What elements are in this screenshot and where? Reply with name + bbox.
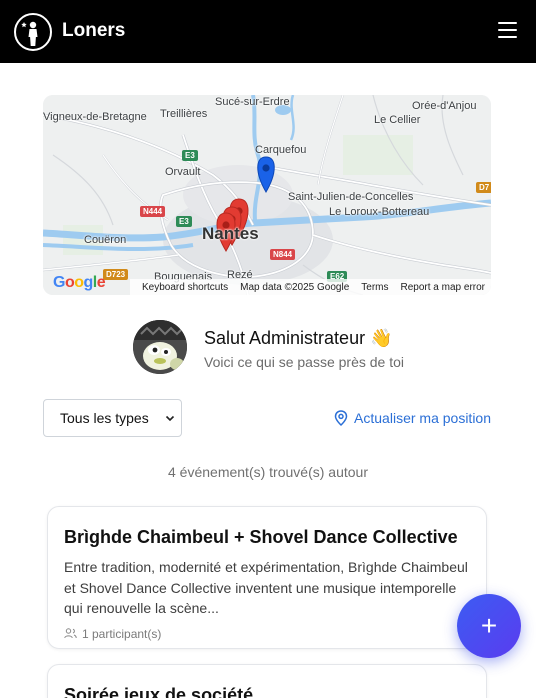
lone-figure-icon[interactable]: [14, 13, 52, 51]
map-attribution-bar: Keyboard shortcuts Map data ©2025 Google…: [129, 279, 491, 295]
event-description: Entre tradition, modernité et expériment…: [64, 559, 468, 616]
chevron-down-icon: [165, 415, 175, 422]
event-type-selected: Tous les types: [60, 410, 149, 426]
keyboard-shortcuts-link[interactable]: Keyboard shortcuts: [142, 282, 228, 293]
event-title[interactable]: Brìghde Chaimbeul + Shovel Dance Collect…: [64, 527, 470, 548]
map-data-text: Map data ©2025 Google: [240, 281, 350, 293]
event-title[interactable]: Soirée jeux de société: [64, 685, 470, 698]
terms-link[interactable]: Terms: [361, 282, 388, 293]
users-icon: [64, 628, 77, 639]
app-title[interactable]: Loners: [62, 20, 125, 42]
results-count: 4 événement(s) trouvé(s) autour: [168, 464, 368, 480]
location-pin-icon: [334, 410, 348, 426]
map-label: Le Loroux-Bottereau: [329, 206, 430, 218]
participants-count: 1 participant(s): [82, 626, 162, 641]
map-label: Treillières: [160, 108, 208, 120]
plus-icon: +: [480, 610, 498, 641]
hamburger-icon[interactable]: [498, 22, 520, 40]
road-shield: E3: [176, 216, 192, 227]
map-label-city: Nantes: [202, 224, 259, 243]
add-event-button[interactable]: +: [457, 594, 521, 658]
refresh-location-label: Actualiser ma position: [354, 410, 491, 426]
road-shield: N444: [140, 206, 166, 217]
event-type-select[interactable]: Tous les types: [43, 399, 182, 437]
road-shield: D7: [476, 182, 491, 193]
map-label: Vigneux-de-Bretagne: [43, 111, 147, 123]
event-card[interactable]: Brìghde Chaimbeul + Shovel Dance Collect…: [47, 506, 487, 649]
map-label: Carquefou: [255, 144, 307, 156]
greeting-title: Salut Administrateur 👋: [204, 328, 393, 348]
top-navbar: Loners: [0, 0, 536, 63]
report-map-error-link[interactable]: Report a map error: [401, 282, 485, 293]
map-label: Orvault: [165, 166, 201, 178]
google-logo[interactable]: Google: [53, 274, 106, 292]
event-card[interactable]: Soirée jeux de société: [47, 664, 487, 698]
events-map[interactable]: Sucé-sur-Erdre Orée-d'Anjou Vigneux-de-B…: [43, 95, 491, 295]
map-label: Orée-d'Anjou: [412, 100, 477, 112]
participants-info: 1 participant(s): [64, 627, 470, 641]
map-label: Couëron: [84, 234, 127, 246]
road-shield: N844: [270, 249, 296, 260]
greeting-subtitle: Voici ce qui se passe près de toi: [204, 354, 405, 370]
road-shield: D723: [103, 269, 129, 280]
user-greeting: Salut Administrateur 👋 Voici ce qui se p…: [133, 320, 453, 376]
refresh-location-button[interactable]: Actualiser ma position: [334, 410, 491, 426]
map-label: Saint-Julien-de-Concelles: [288, 191, 414, 203]
map-label: Sucé-sur-Erdre: [215, 96, 290, 108]
map-label: Le Cellier: [374, 114, 421, 126]
map-background: [43, 95, 491, 295]
avatar[interactable]: [133, 320, 187, 374]
road-shield: E3: [182, 150, 198, 161]
